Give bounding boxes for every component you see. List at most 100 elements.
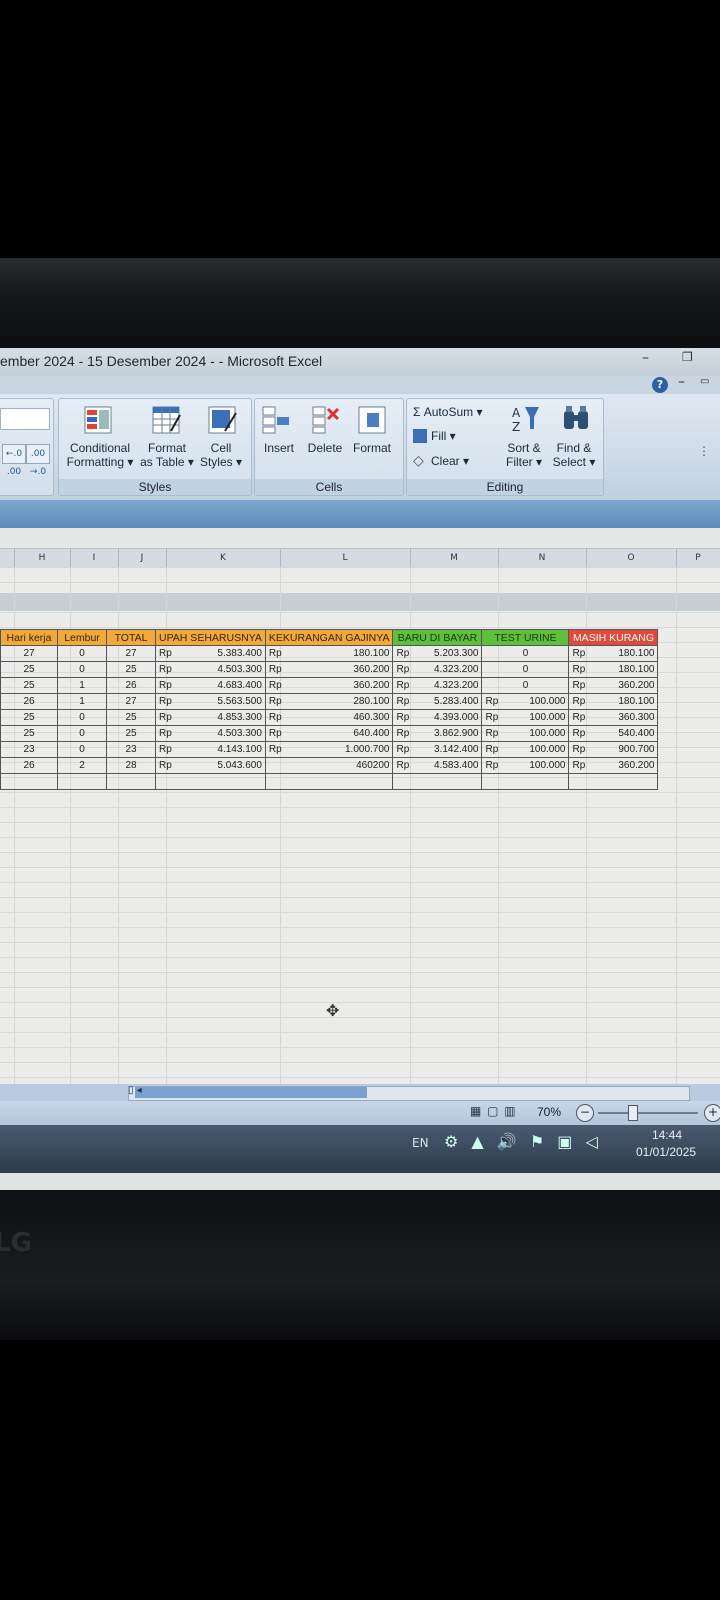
cell-lembur[interactable]: 0 <box>57 725 107 742</box>
cell-masih-kurang[interactable]: Rp 540.400 <box>568 725 659 742</box>
header-lembur[interactable]: Lembur <box>57 629 107 646</box>
column-header-j[interactable]: J <box>118 549 167 567</box>
cell-test-urine[interactable]: Rp 100.000 <box>481 741 570 758</box>
cell-upah[interactable]: Rp 5.043.600 <box>155 757 266 774</box>
conditional-formatting-button[interactable]: Conditional Formatting ▾ <box>63 441 137 469</box>
cell-total[interactable]: 27 <box>106 645 156 662</box>
empty-cell[interactable] <box>264 773 394 790</box>
increase-decimal-button[interactable]: ←.0 .00 <box>2 444 26 477</box>
cell-test-urine[interactable]: 0 <box>481 677 570 694</box>
cell-test-urine[interactable]: 0 <box>481 661 570 678</box>
clock-date[interactable]: 01/01/2025 <box>636 1145 696 1159</box>
worksheet-grid[interactable]: Hari kerja Lembur TOTAL UPAH SEHARUSNYA … <box>0 567 720 1087</box>
column-header-n[interactable]: N <box>498 549 587 567</box>
clear-button[interactable]: Clear ▾ <box>431 454 491 468</box>
cell-upah[interactable]: Rp 4.503.300 <box>155 661 266 678</box>
cell-kekurangan[interactable]: Rp 360.200 <box>264 677 394 694</box>
cell-baru-dibayar[interactable]: Rp 3.142.400 <box>392 741 483 758</box>
minimize-button[interactable]: – <box>642 350 649 366</box>
column-header-p[interactable]: P <box>676 549 720 567</box>
cell-masih-kurang[interactable]: Rp 180.100 <box>568 693 659 710</box>
view-buttons[interactable]: ▦ ▢ ▥ <box>470 1104 517 1118</box>
cell-masih-kurang[interactable]: Rp 180.100 <box>568 645 659 662</box>
header-upah[interactable]: UPAH SEHARUSNYA <box>155 629 266 646</box>
autosum-button[interactable]: Σ AutoSum ▾ <box>413 405 509 419</box>
empty-cell[interactable] <box>0 773 58 790</box>
delete-button[interactable]: Delete <box>303 441 347 455</box>
cell-lembur[interactable]: 0 <box>57 709 107 726</box>
cell-test-urine[interactable]: 0 <box>481 645 570 662</box>
cell-kekurangan[interactable]: Rp 280.100 <box>264 693 394 710</box>
cell-upah[interactable]: Rp 5.563.500 <box>155 693 266 710</box>
empty-cell[interactable] <box>392 773 483 790</box>
zoom-in-button[interactable]: + <box>704 1104 720 1122</box>
clock-time[interactable]: 14:44 <box>652 1128 682 1142</box>
column-header-i[interactable]: I <box>70 549 119 567</box>
zoom-slider-thumb[interactable] <box>628 1105 638 1121</box>
column-header-k[interactable]: K <box>166 549 281 567</box>
empty-cell[interactable] <box>57 773 107 790</box>
format-button[interactable]: Format <box>349 441 395 455</box>
format-as-table-button[interactable]: Format as Table ▾ <box>137 441 197 469</box>
cell-total[interactable]: 25 <box>106 661 156 678</box>
zoom-slider-track[interactable] <box>598 1112 698 1114</box>
cell-hari-kerja[interactable]: 26 <box>0 693 58 710</box>
cell-total[interactable]: 27 <box>106 693 156 710</box>
tab-nav-arrows-icon[interactable]: ▯ ◂ <box>128 1085 142 1096</box>
cell-upah[interactable]: Rp 5.383.400 <box>155 645 266 662</box>
cell-hari-kerja[interactable]: 25 <box>0 677 58 694</box>
zoom-level[interactable]: 70% <box>537 1105 561 1119</box>
cell-hari-kerja[interactable]: 25 <box>0 661 58 678</box>
cell-test-urine[interactable]: Rp 100.000 <box>481 725 570 742</box>
cell-hari-kerja[interactable]: 23 <box>0 741 58 758</box>
cell-kekurangan[interactable]: Rp 640.400 <box>264 725 394 742</box>
cell-masih-kurang[interactable]: Rp 360.200 <box>568 757 659 774</box>
language-indicator[interactable]: EN <box>412 1136 429 1150</box>
fill-button[interactable]: Fill ▾ <box>431 429 491 443</box>
cell-lembur[interactable]: 0 <box>57 661 107 678</box>
column-header-h[interactable]: H <box>14 549 71 567</box>
cell-total[interactable]: 25 <box>106 725 156 742</box>
find-select-button[interactable]: Find & Select ▾ <box>549 441 599 469</box>
column-header-l[interactable]: L <box>280 549 411 567</box>
cell-baru-dibayar[interactable]: Rp 5.203.300 <box>392 645 483 662</box>
cell-total[interactable]: 26 <box>106 677 156 694</box>
cell-hari-kerja[interactable]: 25 <box>0 709 58 726</box>
empty-cell[interactable] <box>155 773 266 790</box>
cell-test-urine[interactable]: Rp 100.000 <box>481 709 570 726</box>
cell-styles-button[interactable]: Cell Styles ▾ <box>199 441 243 469</box>
cell-kekurangan[interactable]: Rp 360.200 <box>264 661 394 678</box>
cell-baru-dibayar[interactable]: Rp 3.862.900 <box>392 725 483 742</box>
cell-baru-dibayar[interactable]: Rp 4.323.200 <box>392 661 483 678</box>
sort-filter-button[interactable]: Sort & Filter ▾ <box>501 441 547 469</box>
decrease-decimal-button[interactable]: .00 →.0 <box>26 444 50 477</box>
cell-masih-kurang[interactable]: Rp 360.300 <box>568 709 659 726</box>
cell-masih-kurang[interactable]: Rp 360.200 <box>568 677 659 694</box>
formula-bar[interactable] <box>0 500 720 528</box>
cell-hari-kerja[interactable]: 26 <box>0 757 58 774</box>
system-tray-icons[interactable]: ⚙ ▲ 🔊 ⚑ ▣ ◁ <box>444 1132 602 1151</box>
cell-total[interactable]: 23 <box>106 741 156 758</box>
column-header-o[interactable]: O <box>586 549 677 567</box>
header-masih-kurang[interactable]: MASIH KURANG <box>568 629 659 646</box>
cell-total[interactable]: 25 <box>106 709 156 726</box>
maximize-button[interactable]: ❐ <box>682 350 693 364</box>
cell-upah[interactable]: Rp 4.683.400 <box>155 677 266 694</box>
cell-test-urine[interactable]: Rp 100.000 <box>481 693 570 710</box>
cell-baru-dibayar[interactable]: Rp 4.323.200 <box>392 677 483 694</box>
zoom-out-button[interactable]: − <box>576 1104 594 1122</box>
cell-lembur[interactable]: 1 <box>57 693 107 710</box>
cell-hari-kerja[interactable]: 25 <box>0 725 58 742</box>
empty-cell[interactable] <box>481 773 570 790</box>
header-total[interactable]: TOTAL <box>106 629 156 646</box>
header-test-urine[interactable]: TEST URINE <box>481 629 570 646</box>
cell-upah[interactable]: Rp 4.503.300 <box>155 725 266 742</box>
number-format-dropdown[interactable] <box>0 408 50 430</box>
cell-kekurangan[interactable]: Rp 1.000.700 <box>264 741 394 758</box>
cell-baru-dibayar[interactable]: Rp 4.583.400 <box>392 757 483 774</box>
header-hari-kerja[interactable]: Hari kerja <box>0 629 58 646</box>
empty-cell[interactable] <box>568 773 659 790</box>
ribbon-restore-button[interactable]: ▭ <box>700 376 709 387</box>
cell-total[interactable]: 28 <box>106 757 156 774</box>
cell-kekurangan[interactable]: Rp 180.100 <box>264 645 394 662</box>
